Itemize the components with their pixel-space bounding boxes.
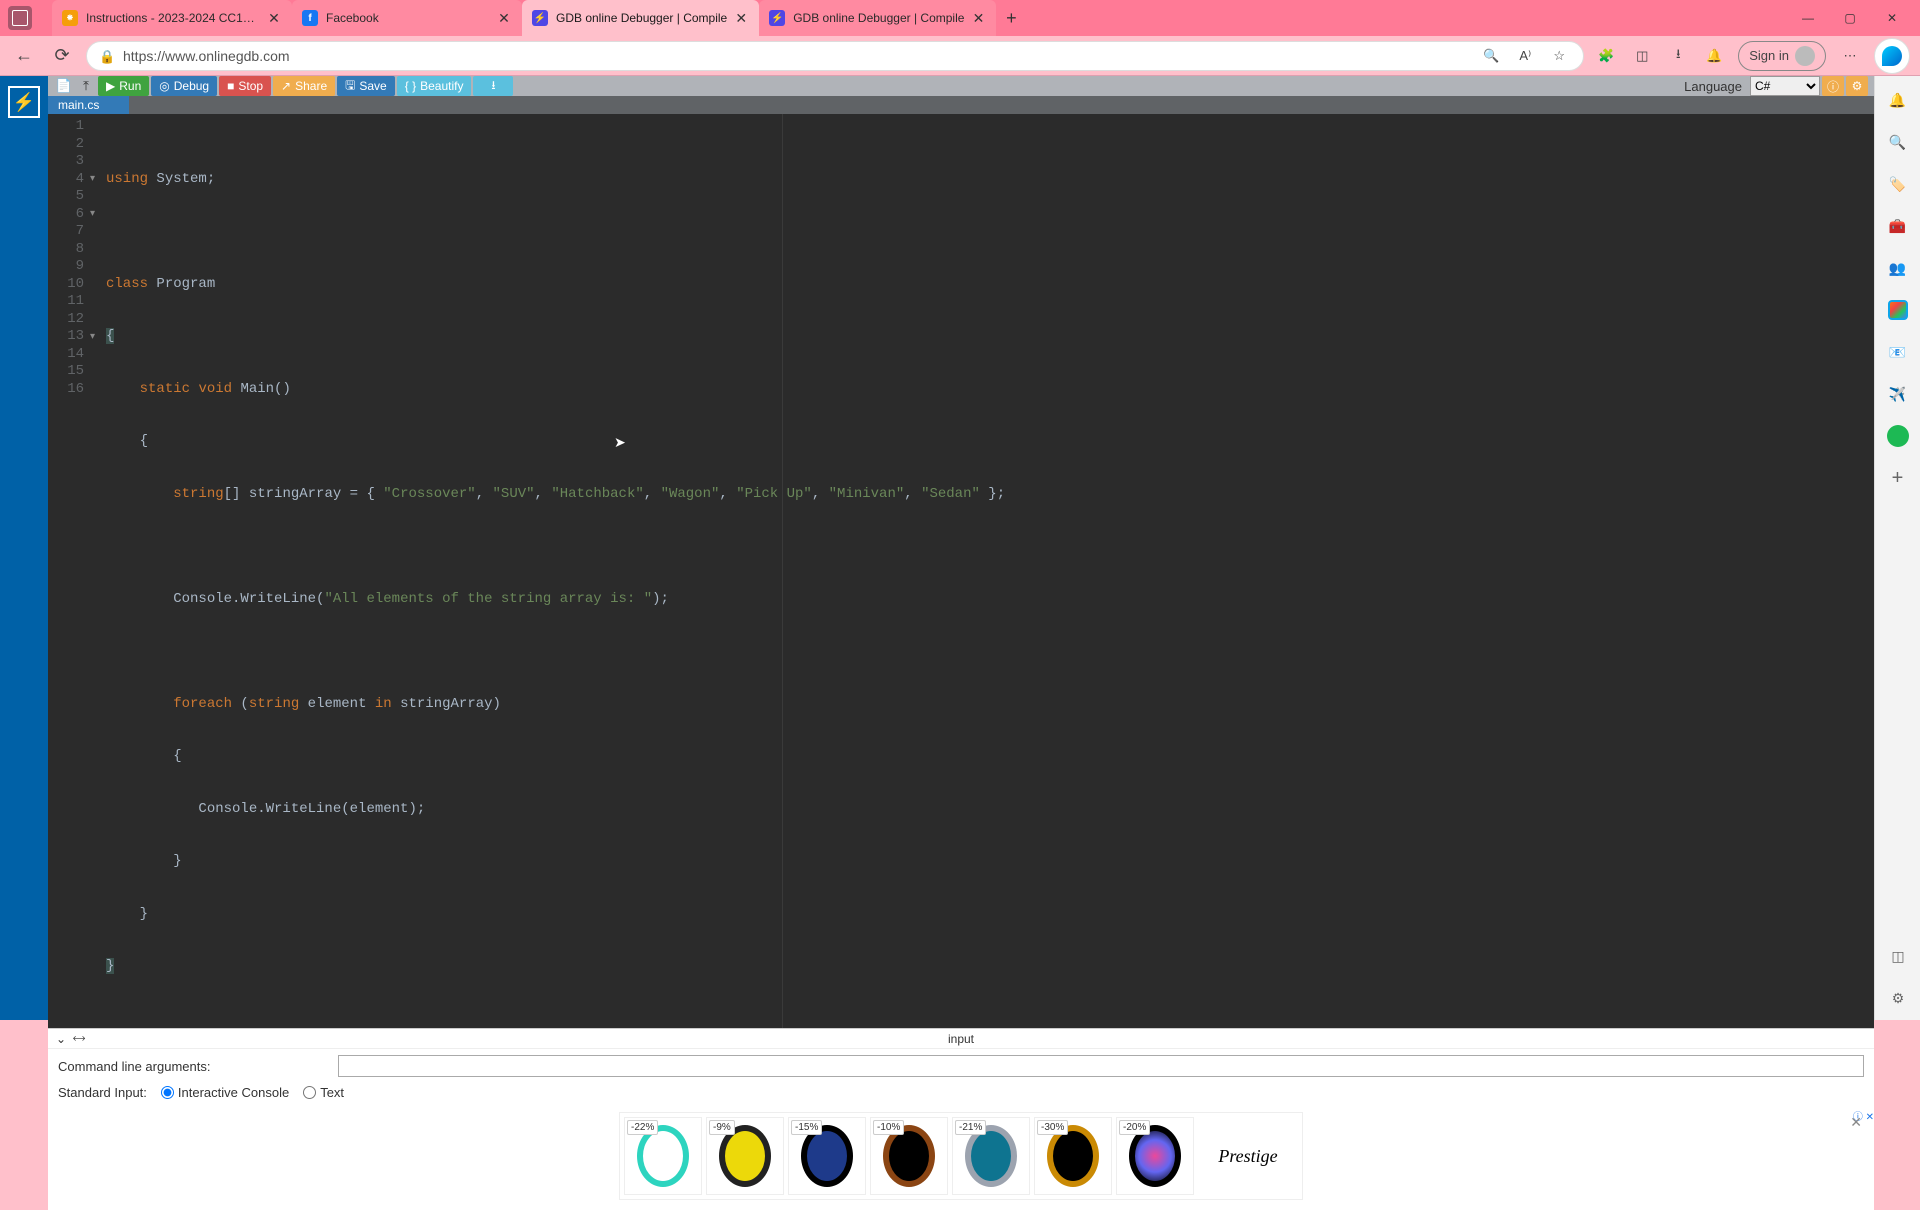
left-sidebar: ⚡ [0, 76, 48, 1020]
zoom-icon[interactable]: 🔍 [1479, 44, 1503, 68]
tab-close-1[interactable]: ✕ [496, 10, 512, 26]
fold-gutter: ▾ ▾ ▾ [90, 114, 102, 1028]
tab-title-2: GDB online Debugger | Compile [556, 11, 727, 25]
share-button[interactable]: ↗ Share [273, 76, 335, 96]
refresh-button[interactable]: ⟳ [48, 42, 76, 70]
tab-close-3[interactable]: ✕ [970, 10, 986, 26]
download-button[interactable]: ⭳ [473, 76, 513, 96]
read-aloud-icon[interactable]: A⁾ [1513, 44, 1537, 68]
print-margin [782, 114, 783, 1028]
panel-title: input [948, 1032, 974, 1046]
stdin-radio-text[interactable]: Text [303, 1085, 344, 1100]
tab-favicon-2: ⚡ [532, 10, 548, 26]
tab-close-2[interactable]: ✕ [733, 10, 749, 26]
site-logo-icon[interactable]: ⚡ [8, 86, 40, 118]
menu-icon[interactable]: ⋯ [1838, 44, 1862, 68]
sidebar-search-icon[interactable]: 🔍 [1886, 130, 1910, 154]
tab-3[interactable]: ⚡ GDB online Debugger | Compile ✕ [759, 0, 996, 36]
edge-sidebar: 🔔 🔍 🏷️ 🧰 👥 📧 ✈️ + [1874, 76, 1920, 1020]
stop-button[interactable]: ■ Stop [219, 76, 271, 96]
favorite-icon[interactable]: ☆ [1547, 44, 1571, 68]
sidebar-outlook-icon[interactable]: 📧 [1886, 340, 1910, 364]
workspaces-icon[interactable] [8, 6, 32, 30]
split-screen-icon[interactable]: ◫ [1630, 44, 1654, 68]
avatar-icon [1795, 46, 1815, 66]
language-label: Language [1684, 79, 1742, 94]
downloads-icon[interactable]: ⭳ [1666, 44, 1690, 68]
sidebar-add-icon[interactable]: + [1886, 466, 1910, 490]
sidebar-panel-icon[interactable]: ◫ [1886, 944, 1910, 968]
code-editor[interactable]: 12345678910111213141516 ▾ ▾ ▾ using Syst… [48, 114, 1874, 1028]
run-button[interactable]: ▶ Run [98, 76, 149, 96]
file-tab-main[interactable]: main.cs [48, 96, 129, 114]
sidebar-office-icon[interactable] [1886, 298, 1910, 322]
sidebar-tools-icon[interactable]: 🧰 [1886, 214, 1910, 238]
sidebar-spotify-icon[interactable] [1886, 424, 1910, 448]
signin-button[interactable]: Sign in [1738, 41, 1826, 71]
tab-title-1: Facebook [326, 11, 490, 25]
beautify-button[interactable]: { } Beautify [397, 76, 472, 96]
tab-strip: ⁕ Instructions - 2023-2024 CC104T ✕ f Fa… [52, 0, 1798, 36]
panel-expand-icon[interactable]: ⤢ [70, 1030, 87, 1047]
ide-toolbar: 📄 ⤒ ▶ Run ◎ Debug ■ Stop ↗ Share 🖫 Save … [48, 76, 1874, 96]
stdin-radio-interactive[interactable]: Interactive Console [161, 1085, 289, 1100]
ad-item-5[interactable]: -30% [1034, 1117, 1112, 1195]
sidebar-telegram-icon[interactable]: ✈️ [1886, 382, 1910, 406]
tab-favicon-3: ⚡ [769, 10, 785, 26]
minimize-button[interactable]: — [1798, 11, 1818, 25]
tab-favicon-0: ⁕ [62, 10, 78, 26]
ad-item-3[interactable]: -10% [870, 1117, 948, 1195]
ad-item-0[interactable]: -22% [624, 1117, 702, 1195]
file-tab-bar: main.cs [48, 96, 1874, 114]
stdin-label: Standard Input: [58, 1085, 147, 1100]
tab-0[interactable]: ⁕ Instructions - 2023-2024 CC104T ✕ [52, 0, 292, 36]
url-text: https://www.onlinegdb.com [123, 48, 1469, 64]
sidebar-notifications-icon[interactable]: 🔔 [1886, 88, 1910, 112]
tab-close-0[interactable]: ✕ [266, 10, 282, 26]
tab-title-0: Instructions - 2023-2024 CC104T [86, 11, 260, 25]
language-select[interactable]: C# [1750, 76, 1820, 96]
sidebar-people-icon[interactable]: 👥 [1886, 256, 1910, 280]
address-bar[interactable]: 🔒 https://www.onlinegdb.com 🔍 A⁾ ☆ [86, 41, 1584, 71]
ad-item-2[interactable]: -15% [788, 1117, 866, 1195]
signin-label: Sign in [1749, 48, 1789, 63]
settings-icon[interactable]: ⚙ [1846, 76, 1868, 96]
tab-title-3: GDB online Debugger | Compile [793, 11, 964, 25]
tab-2-active[interactable]: ⚡ GDB online Debugger | Compile ✕ [522, 0, 759, 36]
new-tab-button[interactable]: + [996, 0, 1026, 36]
code-content[interactable]: using System; class Program { static voi… [102, 114, 1874, 1028]
lock-icon: 🔒 [99, 49, 113, 63]
ad-item-4[interactable]: -21% [952, 1117, 1030, 1195]
back-button[interactable]: ← [10, 42, 38, 70]
debug-button[interactable]: ◎ Debug [151, 76, 217, 96]
notifications-icon[interactable]: 🔔 [1702, 44, 1726, 68]
tab-1[interactable]: f Facebook ✕ [292, 0, 522, 36]
new-file-icon[interactable]: 📄 [54, 76, 74, 96]
cmd-args-input[interactable] [338, 1055, 1864, 1077]
tab-favicon-1: f [302, 10, 318, 26]
ad-item-6[interactable]: -20% [1116, 1117, 1194, 1195]
sidebar-settings-icon[interactable]: ⚙ [1886, 986, 1910, 1010]
cmd-args-label: Command line arguments: [58, 1059, 328, 1074]
ad-item-1[interactable]: -9% [706, 1117, 784, 1195]
upload-icon[interactable]: ⤒ [76, 76, 96, 96]
line-number-gutter: 12345678910111213141516 [48, 114, 90, 1028]
panel-collapse-icon[interactable]: ⌄ [56, 1032, 66, 1046]
ad-brand[interactable]: Prestige [1198, 1117, 1298, 1195]
extensions-icon[interactable]: 🧩 [1594, 44, 1618, 68]
info-icon[interactable]: ⓘ [1822, 76, 1844, 96]
window-controls: — ▢ ✕ [1798, 11, 1912, 25]
bing-chat-button[interactable] [1874, 38, 1910, 74]
ad-banner: -22% -9% -15% -10% -21% -30% -20% Presti… [48, 1108, 1874, 1210]
save-button[interactable]: 🖫 Save [337, 76, 395, 96]
maximize-button[interactable]: ▢ [1840, 11, 1860, 25]
close-window-button[interactable]: ✕ [1882, 11, 1902, 25]
bing-icon [1882, 46, 1902, 66]
input-panel: ⌄ ⤢ input Command line arguments: Standa… [48, 1028, 1874, 1210]
ad-close-button[interactable]: ✕ [1850, 1114, 1862, 1131]
sidebar-shopping-icon[interactable]: 🏷️ [1886, 172, 1910, 196]
